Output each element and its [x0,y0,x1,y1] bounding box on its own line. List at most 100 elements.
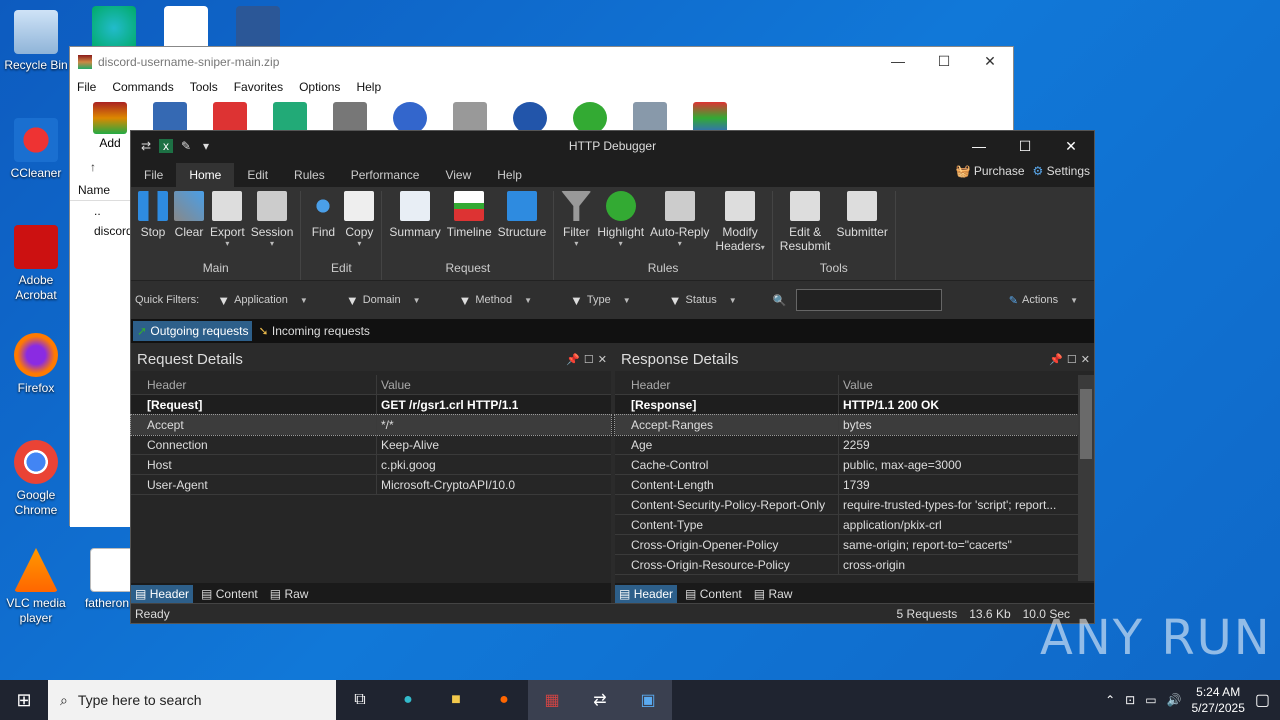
clock[interactable]: 5:24 AM 5/27/2025 [1191,684,1244,716]
export-button[interactable]: Export ▾ [207,191,248,261]
submitter-button[interactable]: Submitter [833,191,890,261]
up-arrow-icon[interactable]: ↑ [70,155,132,179]
col-header[interactable]: Header [131,375,377,394]
network-icon[interactable]: ⊡ [1125,693,1135,707]
table-row[interactable]: [Request] GET /r/gsr1.crl HTTP/1.1 [131,395,611,415]
table-row[interactable]: Cache-Control public, max-age=3000 [615,455,1078,475]
menu-help[interactable]: Help [356,80,381,94]
purchase-link[interactable]: 🧺 Purchase [956,164,1025,178]
table-row[interactable]: Content-Security-Policy-Report-Only requi… [615,495,1078,515]
settings-link[interactable]: ⚙ Settings [1033,164,1090,178]
tab-incoming-requests[interactable]: ➘ Incoming requests [254,321,373,341]
tab-home[interactable]: Home [176,163,235,187]
minimize-button[interactable]: — [875,53,921,70]
table-row[interactable]: Connection Keep-Alive [131,435,611,455]
close-icon[interactable]: ✕ [1081,353,1090,366]
table-row[interactable]: Age 2259 [615,435,1078,455]
timeline-button[interactable]: Timeline [444,191,495,261]
scrollbar-thumb[interactable] [1080,389,1092,459]
tab-edit[interactable]: Edit [234,163,281,187]
clear-button[interactable]: Clear [171,191,207,261]
menu-commands[interactable]: Commands [112,80,173,94]
find-button[interactable]: Find [305,191,341,261]
menu-options[interactable]: Options [299,80,340,94]
tab-response-raw[interactable]: ▤ Raw [750,585,797,603]
pin-icon[interactable]: 📌 [1049,353,1063,366]
col-value[interactable]: Value [839,375,873,394]
table-row[interactable]: Cross-Origin-Resource-Policy cross-origin [615,555,1078,575]
filter-button[interactable]: Filter ▾ [558,191,594,261]
desktop-icon-adobe-acrobat[interactable]: Adobe Acrobat [0,225,72,303]
hd-minimize-button[interactable]: — [956,138,1002,155]
search-input[interactable] [796,289,943,311]
float-icon[interactable]: ☐ [584,353,594,366]
menu-tools[interactable]: Tools [190,80,218,94]
table-row[interactable]: Accept-Ranges bytes [614,414,1079,436]
tab-rules[interactable]: Rules [281,163,338,187]
close-button[interactable]: ✕ [967,53,1013,70]
filter-application[interactable]: ▼ Application ▼ [217,293,308,308]
taskbar-winrar[interactable]: ▦ [528,680,576,720]
highlight-button[interactable]: Highlight ▾ [594,191,647,261]
table-row[interactable]: [Response] HTTP/1.1 200 OK [615,395,1078,415]
filter-method[interactable]: ▼ Method ▼ [459,293,533,308]
start-button[interactable]: ⊞ [0,680,48,720]
modify-headers-button[interactable]: Modify Headers▾ [712,191,767,261]
tab-request-raw[interactable]: ▤ Raw [266,585,313,603]
tab-request-header[interactable]: ▤ Header [131,585,194,603]
maximize-button[interactable]: ☐ [921,53,967,70]
summary-button[interactable]: Summary [386,191,443,261]
menu-favorites[interactable]: Favorites [234,80,283,94]
auto-reply-button[interactable]: Auto-Reply ▾ [647,191,712,261]
table-row[interactable]: Cross-Origin-Opener-Policy same-origin; r… [615,535,1078,555]
edit-resubmit-button[interactable]: Edit & Resubmit [777,191,834,261]
float-icon[interactable]: ☐ [1067,353,1077,366]
tab-file[interactable]: File [131,163,176,187]
hd-maximize-button[interactable]: ☐ [1002,138,1048,155]
copy-button[interactable]: Copy ▾ [341,191,377,261]
filter-type[interactable]: ▼ Type ▼ [570,293,631,308]
table-row[interactable]: Content-Type application/pkix-crl [615,515,1078,535]
filter-status[interactable]: ▼ Status ▼ [669,293,737,308]
taskbar-explorer[interactable]: ■ [432,680,480,720]
volume-icon[interactable]: 🔊 [1167,693,1182,707]
tab-response-content[interactable]: ▤ Content [681,585,746,603]
desktop-icon-ccleaner[interactable]: CCleaner [0,118,72,181]
desktop-icon-google-chrome[interactable]: Google Chrome [0,440,72,518]
notification-icon[interactable]: ▢ [1255,690,1270,710]
excel-icon[interactable]: x [159,139,173,153]
chevron-up-icon[interactable]: ⌃ [1105,693,1115,707]
taskbar-search[interactable]: ⌕ Type here to search [48,680,336,720]
actions-menu[interactable]: ✎ Actions ▼ [1009,294,1094,307]
table-row[interactable]: Content-Length 1739 [615,475,1078,495]
col-header[interactable]: Header [615,375,839,394]
taskbar-firefox[interactable]: ● [480,680,528,720]
tab-help[interactable]: Help [484,163,535,187]
close-icon[interactable]: ✕ [598,353,607,366]
taskbar-app[interactable]: ▣ [624,680,672,720]
filter-domain[interactable]: ▼ Domain ▼ [346,293,421,308]
tab-performance[interactable]: Performance [338,163,433,187]
structure-button[interactable]: Structure [495,191,550,261]
name-column-header[interactable]: Name [70,179,132,201]
task-view-button[interactable]: ⧉ [336,680,384,720]
table-row[interactable]: User-Agent Microsoft-CryptoAPI/10.0 [131,475,611,495]
dropdown-icon[interactable]: ▾ [199,139,213,153]
file-row[interactable]: .. [70,201,132,221]
desktop-icon-recycle-bin[interactable]: Recycle Bin [0,10,72,73]
tab-view[interactable]: View [432,163,484,187]
brush-icon[interactable]: ✎ [179,139,193,153]
display-icon[interactable]: ▭ [1145,693,1156,707]
taskbar-edge[interactable]: ● [384,680,432,720]
tab-outgoing-requests[interactable]: ➚ Outgoing requests [133,321,253,341]
hd-close-button[interactable]: ✕ [1048,138,1094,155]
menu-file[interactable]: File [77,80,96,94]
tab-response-header[interactable]: ▤ Header [615,585,678,603]
tab-request-content[interactable]: ▤ Content [197,585,262,603]
desktop-icon-vlc[interactable]: VLC media player [0,548,72,626]
taskbar-http-debugger[interactable]: ⇄ [576,680,624,720]
table-row[interactable]: Host c.pki.goog [131,455,611,475]
desktop-icon-firefox[interactable]: Firefox [0,333,72,396]
pin-icon[interactable]: 📌 [566,353,580,366]
file-row[interactable]: discord [70,221,133,241]
